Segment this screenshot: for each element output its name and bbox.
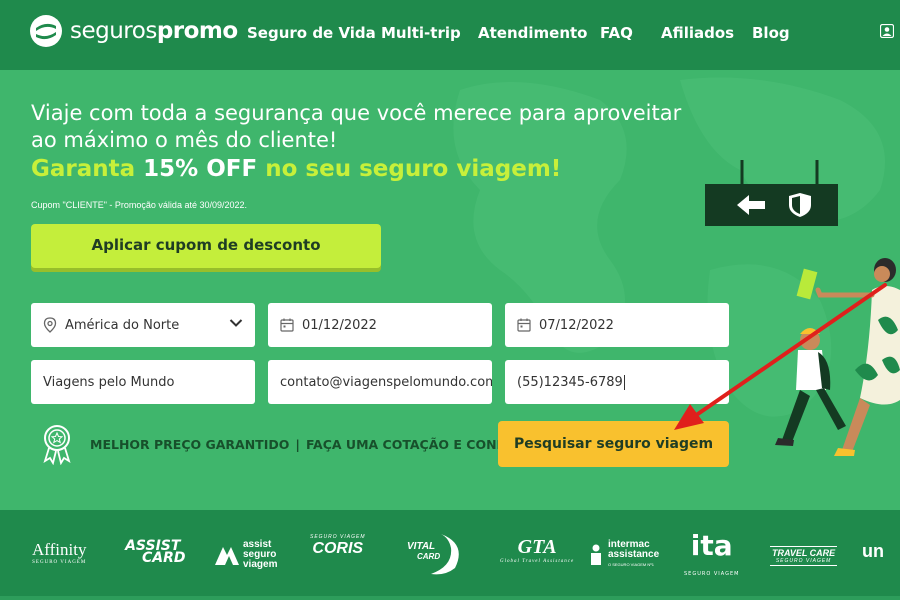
guarantee-text-1: MELHOR PREÇO GARANTIDO	[90, 437, 290, 452]
nav-link-atendimento[interactable]: Atendimento	[478, 24, 587, 42]
email-field[interactable]: contato@viagenspelomundo.com	[268, 360, 492, 404]
logo-text: segurospromo	[70, 18, 238, 44]
partners-bar: Affinity SEGURO VIAGEM ASSIST CARD assis…	[0, 510, 900, 600]
text-cursor	[623, 374, 625, 390]
partner-logo-assist-card: ASSIST CARD	[120, 539, 185, 565]
promo-text-2: no seu seguro viagem!	[265, 156, 562, 182]
chevron-down-icon	[229, 319, 243, 327]
coupon-note: Cupom "CLIENTE" - Promoção válida até 30…	[31, 200, 247, 210]
partner-name-assist-seguro: assist seguro viagem	[243, 539, 278, 570]
promo-text-1: Garanta	[31, 156, 136, 182]
departure-date-value: 01/12/2022	[302, 317, 377, 333]
name-field[interactable]: Viagens pelo Mundo	[31, 360, 255, 404]
guarantee-separator: |	[295, 437, 300, 452]
partner-logo-travel-care: TRAVEL CARE SEGURO VIAGEM	[770, 546, 838, 566]
nav-link-afiliados[interactable]: Afiliados	[661, 24, 734, 42]
email-value: contato@viagenspelomundo.com	[280, 374, 492, 390]
hero-section: Viaje com toda a segurança que você mere…	[0, 70, 900, 510]
nav-link-seguro-de-vida[interactable]: Seguro de Vida	[247, 24, 376, 42]
assist-seguro-icon	[215, 547, 239, 565]
logo[interactable]: segurospromo	[30, 15, 238, 47]
partner-name-affinity: Affinity	[32, 540, 87, 559]
footer-divider	[0, 596, 900, 600]
nav-link-multi-trip[interactable]: Multi-trip	[381, 24, 461, 42]
logo-text-bold: promo	[156, 18, 238, 44]
phone-value: (55)12345-6789	[517, 374, 623, 390]
intermac-person-icon	[591, 544, 601, 565]
partner-name-vital-1: VITAL	[407, 541, 436, 552]
partner-logo-affinity: Affinity SEGURO VIAGEM	[32, 540, 86, 565]
user-account-icon[interactable]	[880, 24, 894, 38]
hero-headline: Viaje com toda a segurança que você mere…	[31, 101, 682, 152]
destination-select[interactable]: América do Norte	[31, 303, 255, 347]
partner-logo-ita: ita SEGURO VIAGEM	[684, 532, 739, 588]
top-navigation: segurospromo Seguro de Vida Multi-trip A…	[0, 0, 900, 70]
partner-logo-universal: un	[862, 542, 884, 560]
partner-name-vital-2: CARD	[417, 552, 441, 561]
partner-name-ita: ita	[690, 529, 733, 562]
partner-logo-coris: SEGURO VIAGEM CORIS	[310, 534, 366, 558]
nav-link-faq[interactable]: FAQ	[600, 24, 633, 42]
logo-text-light: seguros	[70, 18, 157, 44]
red-arrow-annotation	[674, 283, 887, 430]
partner-sub-travel-care: SEGURO VIAGEM	[775, 558, 832, 564]
partner-name-travel-care: TRAVEL CARE	[772, 548, 836, 558]
best-price-guarantee: MELHOR PREÇO GARANTIDO | FAÇA UMA COTAÇÃO …	[90, 437, 534, 452]
partner-logo-vital-card: VITAL CARD	[405, 530, 465, 576]
partner-logo-intermac: intermac assistance O SEGURO VIAGEM Nº1	[588, 540, 660, 570]
nav-link-blog[interactable]: Blog	[752, 24, 790, 42]
location-pin-icon	[43, 317, 57, 333]
partner-sub-intermac: O SEGURO VIAGEM Nº1	[608, 562, 654, 567]
partner-logo-assist-seguro: assist seguro viagem	[214, 540, 291, 570]
partner-name-coris: CORIS	[312, 540, 364, 557]
name-value: Viagens pelo Mundo	[43, 374, 175, 390]
promo-discount: 15% OFF	[143, 156, 258, 182]
partner-name-intermac: intermac assistance	[608, 539, 660, 560]
return-date-value: 07/12/2022	[539, 317, 614, 333]
partner-name-universal: un	[862, 541, 884, 561]
partner-name-gta: GTA	[517, 536, 557, 558]
destination-value: América do Norte	[65, 317, 180, 333]
calendar-icon	[517, 318, 531, 332]
partner-logo-gta: GTA Global Travel Assistance	[500, 536, 574, 564]
calendar-icon	[280, 318, 294, 332]
promo-headline: Garanta 15% OFF no seu seguro viagem!	[31, 156, 561, 182]
partner-sub-gta: Global Travel Assistance	[500, 559, 575, 564]
apply-coupon-button[interactable]: Aplicar cupom de desconto	[31, 224, 381, 268]
partner-sub-ita: SEGURO VIAGEM	[684, 571, 740, 577]
direction-sign-illustration	[705, 160, 838, 226]
logo-icon	[30, 15, 62, 47]
departure-date-field[interactable]: 01/12/2022	[268, 303, 492, 347]
partner-sub-affinity: SEGURO VIAGEM	[32, 560, 87, 565]
award-badge-icon	[43, 425, 71, 465]
